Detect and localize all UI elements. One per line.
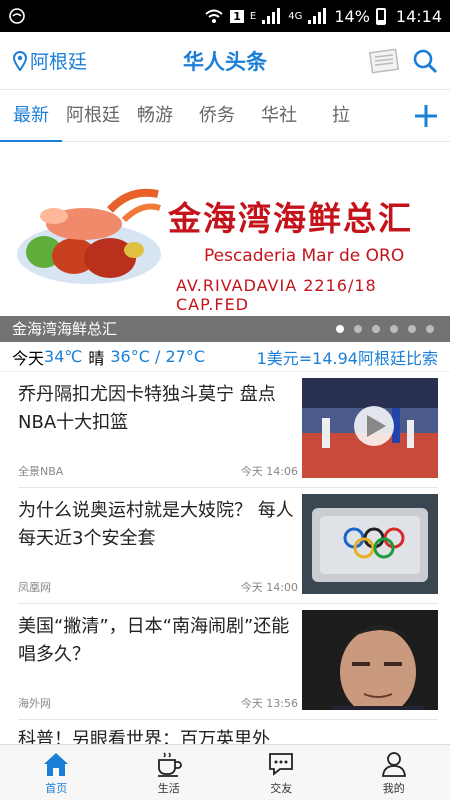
banner-chinese-title: 金海湾海鲜总汇 xyxy=(168,199,413,238)
tab-travel[interactable]: 畅游 xyxy=(124,90,186,142)
tab-argentina[interactable]: 阿根廷 xyxy=(62,90,124,142)
banner-spanish-name: Pescaderia Mar de ORO xyxy=(204,246,405,266)
carousel-dot[interactable] xyxy=(426,325,434,333)
carousel-dot[interactable] xyxy=(372,325,380,333)
news-item[interactable]: 乔丹隔扣尤因卡特独斗莫宁 盘点NBA十大扣篮 全景NBA 今天 14:06 xyxy=(18,372,438,488)
tab-overseas-affairs[interactable]: 侨务 xyxy=(186,90,248,142)
wifi-icon xyxy=(205,9,223,23)
carousel-dot[interactable] xyxy=(354,325,362,333)
status-bar: 1 E 4G 14% 14:14 xyxy=(0,0,450,32)
nav-home-label: 首页 xyxy=(45,781,68,795)
network-e-label: E xyxy=(249,10,257,22)
battery-icon xyxy=(375,7,386,25)
location-pin-icon xyxy=(12,50,28,71)
weather-condition: 晴 xyxy=(88,348,105,368)
user-icon xyxy=(381,751,406,777)
news-time: 今天 13:56 xyxy=(240,697,298,710)
coffee-cup-icon xyxy=(157,751,182,777)
add-tab-icon[interactable] xyxy=(412,102,440,130)
news-source: 凤凰网 xyxy=(18,581,51,594)
weather-temp: 34℃ xyxy=(44,347,83,366)
news-list: 乔丹隔扣尤因卡特独斗莫宁 盘点NBA十大扣篮 全景NBA 今天 14:06 为什… xyxy=(0,372,450,760)
location-selector[interactable]: 阿根廷 xyxy=(12,47,152,74)
tab-chinese-community[interactable]: 华社 xyxy=(248,90,310,142)
tab-latest[interactable]: 最新 xyxy=(0,90,62,142)
clock: 14:14 xyxy=(395,6,442,26)
signal-icon xyxy=(262,8,282,24)
tab-latin[interactable]: 拉 xyxy=(310,90,372,142)
nav-life-label: 生活 xyxy=(157,781,180,795)
bottom-nav: 首页 生活 交友 我的 xyxy=(0,744,450,800)
signal-icon-2 xyxy=(308,8,328,24)
weather-day: 今天 xyxy=(12,348,45,368)
newspaper-icon[interactable] xyxy=(368,47,402,75)
seafood-image xyxy=(17,188,161,284)
battery-percent: 14% xyxy=(334,6,370,26)
carousel-dot[interactable] xyxy=(408,325,416,333)
network-type: 4G xyxy=(288,10,303,22)
carousel-dot[interactable] xyxy=(336,325,344,333)
app-title: 华人头条 xyxy=(183,49,267,74)
news-thumbnail xyxy=(302,494,438,594)
banner-carousel[interactable]: 金海湾海鲜总汇 Pescaderia Mar de ORO AV.RIVADAV… xyxy=(0,142,450,342)
nav-life[interactable]: 生活 xyxy=(113,745,226,800)
weather-range: 36°C / 27°C xyxy=(110,347,205,366)
chat-bubble-icon xyxy=(269,752,294,776)
nav-profile-label: 我的 xyxy=(382,781,405,795)
news-time: 今天 14:06 xyxy=(240,465,298,478)
carousel-dot[interactable] xyxy=(390,325,398,333)
nav-profile[interactable]: 我的 xyxy=(338,745,450,800)
news-headline: 乔丹隔扣尤因卡特独斗莫宁 盘点NBA十大扣篮 xyxy=(18,384,276,433)
nav-home[interactable]: 首页 xyxy=(0,745,113,800)
news-headline: 美国“撇清”，日本“南海闹剧”还能唱多久？ xyxy=(18,616,290,665)
app-bar: 阿根廷 华人头条 xyxy=(0,32,450,90)
news-item[interactable]: 美国“撇清”，日本“南海闹剧”还能唱多久？ 海外网 今天 13:56 xyxy=(18,604,438,720)
home-icon xyxy=(44,752,69,776)
news-time: 今天 14:00 xyxy=(240,581,298,594)
search-icon[interactable] xyxy=(412,48,438,74)
category-tabs: 最新 阿根廷 畅游 侨务 华社 拉 xyxy=(0,90,450,142)
weather-bar[interactable]: 今天 34℃ 晴 36°C / 27°C 1美元=14.94阿根廷比索 xyxy=(0,342,450,372)
news-item[interactable]: 为什么说奥运村就是大妓院？ 每人每天近3个安全套 凤凰网 今天 14:00 xyxy=(18,488,438,604)
nav-social-label: 交友 xyxy=(270,781,293,795)
news-source: 全景NBA xyxy=(18,465,64,478)
nav-social[interactable]: 交友 xyxy=(225,745,338,800)
news-thumbnail xyxy=(302,378,438,478)
notification-icon xyxy=(9,8,25,24)
exchange-rate: 1美元=14.94阿根廷比索 xyxy=(256,348,438,368)
news-headline: 为什么说奥运村就是大妓院？ 每人每天近3个安全套 xyxy=(18,500,294,549)
banner-address: AV.RIVADAVIA 2216/18 CAP.FED xyxy=(176,276,377,314)
news-source: 海外网 xyxy=(18,697,51,710)
location-label: 阿根廷 xyxy=(30,51,88,73)
news-thumbnail xyxy=(302,610,438,710)
sim-indicator: 1 xyxy=(230,9,244,23)
carousel-indicator xyxy=(336,325,434,333)
